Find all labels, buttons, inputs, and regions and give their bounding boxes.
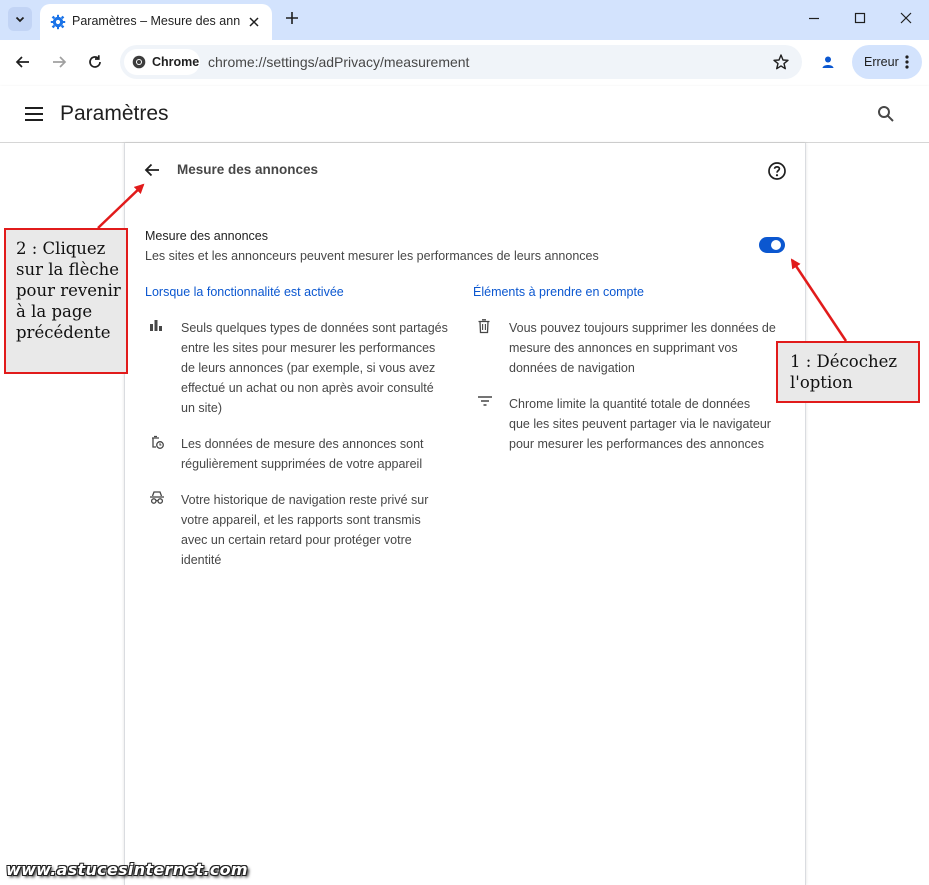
annotation-step-2-text: 2 : Cliquez sur la flèche pour revenir à… (16, 239, 121, 342)
browser-toolbar: Chrome chrome://settings/adPrivacy/measu… (0, 40, 929, 85)
ad-measurement-toggle[interactable] (759, 237, 785, 253)
trash-clock-icon (152, 435, 164, 449)
settings-gear-icon (50, 14, 66, 30)
site-info-chip[interactable]: Chrome (124, 49, 200, 75)
back-arrow-icon[interactable] (143, 161, 161, 179)
right-column-heading: Éléments à prendre en compte (473, 285, 644, 299)
error-label: Erreur (864, 55, 899, 69)
reload-icon[interactable] (86, 53, 104, 71)
bookmark-star-icon[interactable] (772, 53, 790, 71)
maximize-icon[interactable] (852, 10, 868, 26)
tab-strip: Paramètres – Mesure des annonces (0, 0, 929, 40)
forward-nav-icon[interactable] (50, 53, 68, 71)
filter-icon (478, 396, 492, 406)
annotation-step-1-text: 1 : Décochez l'option (790, 352, 898, 392)
hamburger-menu-icon[interactable] (24, 106, 44, 122)
bar-chart-icon (150, 320, 162, 331)
toggle-description: Les sites et les annonceurs peuvent mesu… (145, 249, 599, 263)
chevron-down-icon (15, 16, 25, 23)
trash-icon (478, 319, 490, 334)
tab-title: Paramètres – Mesure des annonces (72, 14, 240, 28)
item-text: Les données de mesure des annonces sont … (181, 437, 424, 471)
annotation-step-2: 2 : Cliquez sur la flèche pour revenir à… (4, 228, 128, 374)
item-text: Seuls quelques types de données sont par… (181, 321, 448, 415)
tab-search-button[interactable] (8, 7, 32, 31)
incognito-icon (150, 491, 164, 504)
watermark: www.astucesinternet.com (6, 860, 248, 879)
chrome-logo-icon (132, 55, 146, 69)
back-nav-icon[interactable] (14, 53, 32, 71)
new-tab-plus-icon[interactable] (284, 10, 300, 26)
profile-error-button[interactable]: Erreur (852, 45, 922, 79)
help-icon[interactable] (767, 161, 787, 181)
toggle-title: Mesure des annonces (145, 229, 268, 243)
annotation-step-1: 1 : Décochez l'option (776, 341, 920, 403)
chip-label: Chrome (152, 55, 200, 69)
item-text: Votre historique de navigation reste pri… (181, 493, 429, 567)
more-vert-icon (905, 55, 909, 69)
close-icon[interactable] (246, 14, 262, 30)
item-text: Chrome limite la quantité totale de donn… (509, 397, 771, 451)
left-column-heading: Lorsque la fonctionnalité est activée (145, 285, 344, 299)
settings-header: Paramètres (0, 86, 929, 143)
item-text: Vous pouvez toujours supprimer les donné… (509, 321, 776, 375)
person-icon (822, 56, 834, 68)
window-close-icon[interactable] (898, 10, 914, 26)
page-title: Paramètres (60, 102, 169, 125)
url-text[interactable]: chrome://settings/adPrivacy/measurement (208, 54, 469, 70)
minimize-icon[interactable] (806, 10, 822, 26)
address-bar[interactable]: Chrome chrome://settings/adPrivacy/measu… (120, 45, 802, 79)
active-tab[interactable]: Paramètres – Mesure des annonces (40, 4, 272, 40)
search-icon[interactable] (876, 104, 896, 124)
settings-card: Mesure des annonces Mesure des annonces … (124, 143, 806, 885)
profile-button[interactable] (814, 48, 842, 76)
subpage-title: Mesure des annonces (177, 162, 319, 177)
toggle-knob (771, 240, 781, 250)
